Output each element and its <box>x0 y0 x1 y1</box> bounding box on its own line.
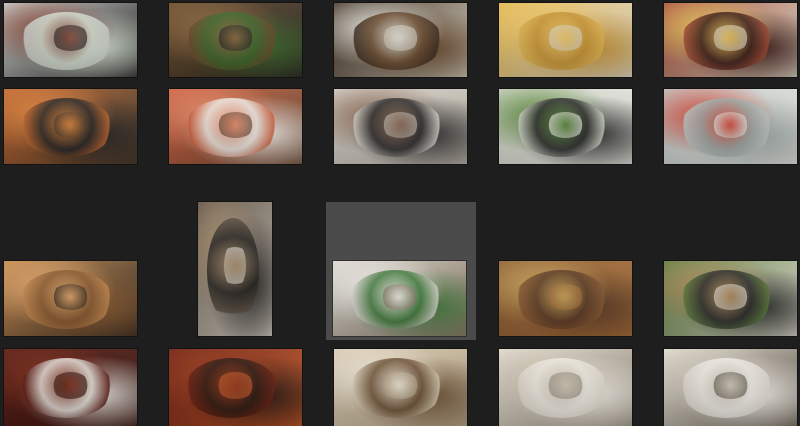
photo-shading <box>169 89 302 164</box>
photo-scallion-soup[interactable] <box>499 89 632 164</box>
photo-shading <box>169 3 302 77</box>
photo-shading <box>499 349 632 426</box>
photo-steamed-buns[interactable] <box>499 349 632 426</box>
photo-spicy-stew[interactable] <box>169 349 302 426</box>
photo-shading <box>334 3 467 77</box>
photo-shading <box>334 89 467 164</box>
photo-braised-fish[interactable] <box>4 349 137 426</box>
photo-shading <box>333 261 466 336</box>
photo-noodle-bowls[interactable] <box>664 3 797 77</box>
photo-rice-soup[interactable] <box>333 261 466 336</box>
photo-shading <box>4 89 137 164</box>
photo-shading <box>499 89 632 164</box>
photo-shading <box>664 89 797 164</box>
photo-fried-chicken[interactable] <box>4 261 137 336</box>
photo-shading <box>664 3 797 77</box>
photo-grid <box>0 0 800 426</box>
photo-kimchi[interactable] <box>169 89 302 164</box>
photo-grilled-mackerel[interactable] <box>198 202 272 336</box>
photo-seafood-pancake[interactable] <box>4 89 137 164</box>
photo-side-dishes[interactable] <box>499 261 632 336</box>
photo-shading <box>664 349 797 426</box>
photo-dumpling-soup[interactable] <box>334 349 467 426</box>
photo-shading <box>664 261 797 336</box>
photo-shading <box>4 3 137 77</box>
photo-beef-bone-soup[interactable] <box>334 89 467 164</box>
photo-shading <box>4 261 137 336</box>
photo-onion-beef-soup[interactable] <box>334 3 467 77</box>
photo-cold-noodles[interactable] <box>664 89 797 164</box>
photo-soba-noodles[interactable] <box>664 261 797 336</box>
photo-shading <box>499 261 632 336</box>
photo-yellow-noodles[interactable] <box>499 3 632 77</box>
photo-shading <box>4 349 137 426</box>
photo-shading <box>499 3 632 77</box>
photo-fried-meat[interactable] <box>169 3 302 77</box>
photo-shading <box>169 349 302 426</box>
photo-noodle-chopsticks[interactable] <box>664 349 797 426</box>
photo-shading <box>198 202 272 336</box>
photo-shading <box>334 349 467 426</box>
photo-spring-rolls[interactable] <box>4 3 137 77</box>
